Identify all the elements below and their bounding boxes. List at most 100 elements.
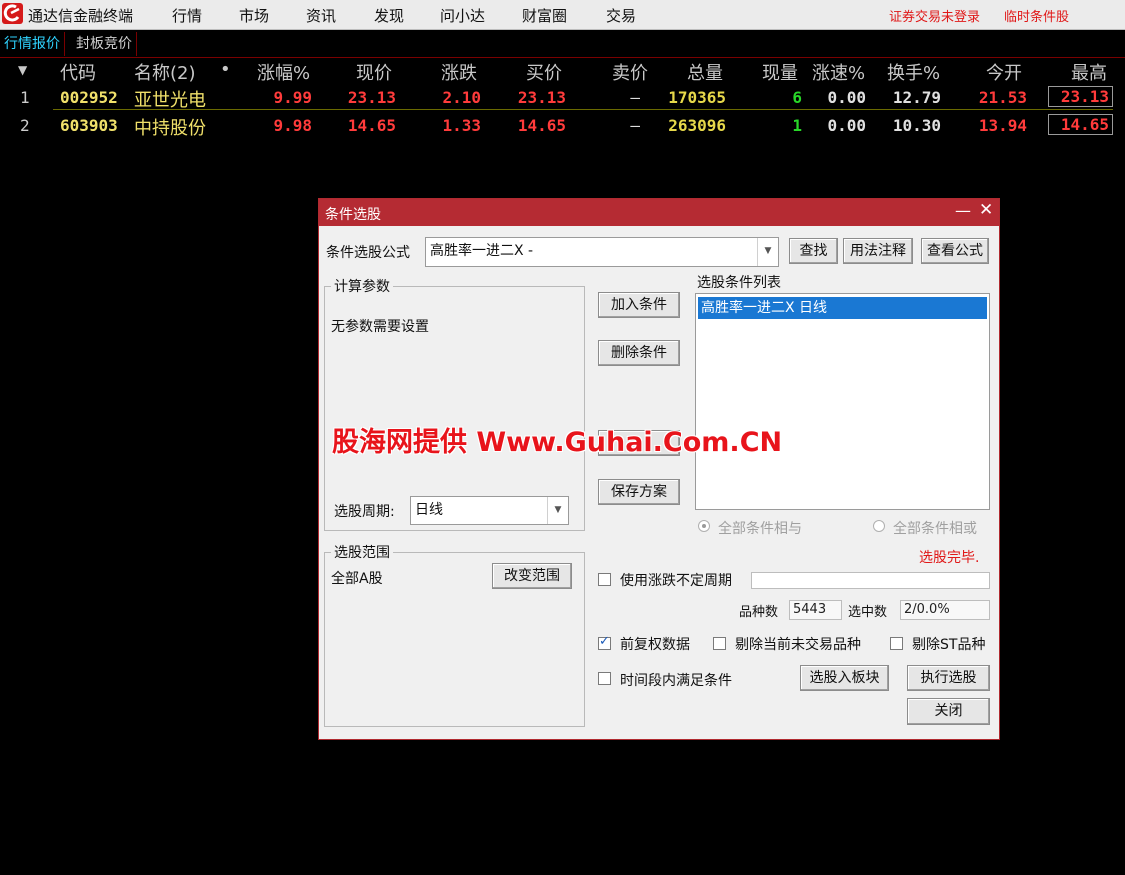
- col-change[interactable]: 涨跌: [441, 59, 477, 85]
- col-dot: •: [220, 59, 231, 80]
- sort-chevron-icon[interactable]: ▼: [18, 63, 27, 77]
- exclude-st-label: 剔除ST品种: [912, 637, 986, 653]
- formula-label: 条件选股公式: [326, 245, 410, 261]
- menu-discover[interactable]: 发现: [374, 5, 404, 26]
- col-volume[interactable]: 总量: [687, 59, 723, 85]
- find-button[interactable]: 查找: [789, 238, 838, 264]
- row-open: 21.53: [978, 88, 1027, 107]
- menu-trade[interactable]: 交易: [606, 5, 636, 26]
- radio-and[interactable]: [698, 520, 710, 532]
- count-label: 品种数: [739, 605, 779, 620]
- menu-quotes[interactable]: 行情: [172, 5, 202, 26]
- col-cur-vol[interactable]: 现量: [762, 59, 798, 85]
- row-turnover: 10.30: [892, 116, 941, 135]
- login-status-link[interactable]: 证券交易未登录: [889, 6, 980, 25]
- period-select[interactable]: 日线 ▼: [410, 496, 569, 525]
- exclude-nontrading-checkbox[interactable]: [713, 637, 726, 650]
- tab-quotes[interactable]: 行情报价: [0, 32, 65, 56]
- app-logo-icon: [2, 3, 23, 24]
- execute-button[interactable]: 执行选股: [907, 665, 990, 691]
- period-satisfy-checkbox[interactable]: [598, 672, 611, 685]
- menu-market[interactable]: 市场: [239, 5, 269, 26]
- usage-button[interactable]: 用法注释: [843, 238, 913, 264]
- chevron-down-icon[interactable]: ▼: [757, 238, 778, 266]
- condition-list[interactable]: 高胜率一进二X 日线: [695, 293, 990, 510]
- row-code[interactable]: 603903: [60, 116, 118, 135]
- row-change: 2.10: [442, 88, 481, 107]
- condition-list-label: 选股条件列表: [697, 275, 781, 291]
- count-value: 5443: [789, 600, 842, 620]
- menu-news[interactable]: 资讯: [306, 5, 336, 26]
- menu-bar: 通达信金融终端 行情 市场 资讯 发现 问小达 财富圈 交易 证券交易未登录 临…: [0, 0, 1125, 30]
- col-bid[interactable]: 买价: [526, 59, 562, 85]
- params-group-title: 计算参数: [331, 276, 393, 296]
- row-price: 14.65: [347, 116, 396, 135]
- col-open[interactable]: 今开: [986, 59, 1022, 85]
- exclude-nontrading-label: 剔除当前未交易品种: [735, 637, 861, 653]
- formula-value: 高胜率一进二X -: [430, 243, 534, 259]
- app-title: 通达信金融终端: [28, 7, 134, 25]
- row-pct: 9.99: [273, 88, 312, 107]
- row-ask: –: [630, 88, 640, 107]
- row-index: 2: [20, 116, 30, 135]
- status-text: 选股完毕.: [919, 550, 980, 566]
- radio-or[interactable]: [873, 520, 885, 532]
- chevron-down-icon[interactable]: ▼: [547, 497, 568, 524]
- to-block-button[interactable]: 选股入板块: [800, 665, 889, 691]
- tab-row: [0, 30, 1125, 58]
- radio-or-label: 全部条件相或: [893, 521, 977, 537]
- row-volume: 263096: [668, 116, 726, 135]
- col-code[interactable]: 代码: [60, 59, 96, 85]
- row-price: 23.13: [347, 88, 396, 107]
- uncertain-period-label: 使用涨跌不定周期: [620, 573, 732, 589]
- radio-and-label: 全部条件相与: [718, 521, 802, 537]
- row-pct: 9.98: [273, 116, 312, 135]
- formula-select[interactable]: 高胜率一进二X - ▼: [425, 237, 779, 267]
- row-high: 14.65: [1048, 114, 1113, 135]
- col-pct[interactable]: 涨幅%: [257, 59, 310, 85]
- col-turnover[interactable]: 换手%: [887, 59, 940, 85]
- params-text: 无参数需要设置: [331, 319, 429, 335]
- row-bid: 23.13: [517, 88, 566, 107]
- change-range-button[interactable]: 改变范围: [492, 563, 572, 589]
- adjusted-data-checkbox[interactable]: [598, 634, 611, 650]
- range-group-title: 选股范围: [331, 542, 393, 562]
- uncertain-period-input[interactable]: [751, 572, 990, 589]
- row-cur-vol: 1: [792, 116, 802, 135]
- save-plan-button[interactable]: 保存方案: [598, 479, 680, 505]
- range-value: 全部A股: [331, 571, 383, 587]
- adjusted-data-label: 前复权数据: [620, 637, 690, 653]
- row-name[interactable]: 中持股份: [134, 114, 206, 140]
- row-turnover: 12.79: [892, 88, 941, 107]
- row-speed: 0.00: [827, 88, 866, 107]
- row-cur-vol: 6: [792, 88, 802, 107]
- list-item[interactable]: 高胜率一进二X 日线: [698, 297, 987, 319]
- dialog-titlebar[interactable]: 条件选股 — ✕: [319, 199, 999, 226]
- tab-seal-bid[interactable]: 封板竞价: [72, 32, 137, 56]
- uncertain-period-checkbox[interactable]: [598, 573, 611, 586]
- add-condition-button[interactable]: 加入条件: [598, 292, 680, 318]
- col-price[interactable]: 现价: [356, 59, 392, 85]
- close-icon[interactable]: ✕: [979, 200, 993, 220]
- row-code[interactable]: 002952: [60, 88, 118, 107]
- menu-wealth[interactable]: 财富圈: [522, 5, 567, 26]
- minimize-icon[interactable]: —: [955, 201, 971, 220]
- col-high[interactable]: 最高: [1071, 59, 1107, 85]
- row-index: 1: [20, 88, 30, 107]
- row-ask: –: [630, 116, 640, 135]
- view-formula-button[interactable]: 查看公式: [921, 238, 989, 264]
- row-change: 1.33: [442, 116, 481, 135]
- row-bid: 14.65: [517, 116, 566, 135]
- delete-condition-button[interactable]: 删除条件: [598, 340, 680, 366]
- row-volume: 170365: [668, 88, 726, 107]
- col-speed[interactable]: 涨速%: [812, 59, 865, 85]
- close-button[interactable]: 关闭: [907, 698, 990, 725]
- row-high: 23.13: [1048, 86, 1113, 107]
- col-name[interactable]: 名称(2): [134, 59, 196, 85]
- temp-pick-link[interactable]: 临时条件股: [1004, 6, 1069, 25]
- dialog-title: 条件选股: [325, 207, 381, 223]
- menu-assistant[interactable]: 问小达: [440, 5, 485, 26]
- selected-label: 选中数: [848, 605, 888, 620]
- col-ask[interactable]: 卖价: [612, 59, 648, 85]
- exclude-st-checkbox[interactable]: [890, 637, 903, 650]
